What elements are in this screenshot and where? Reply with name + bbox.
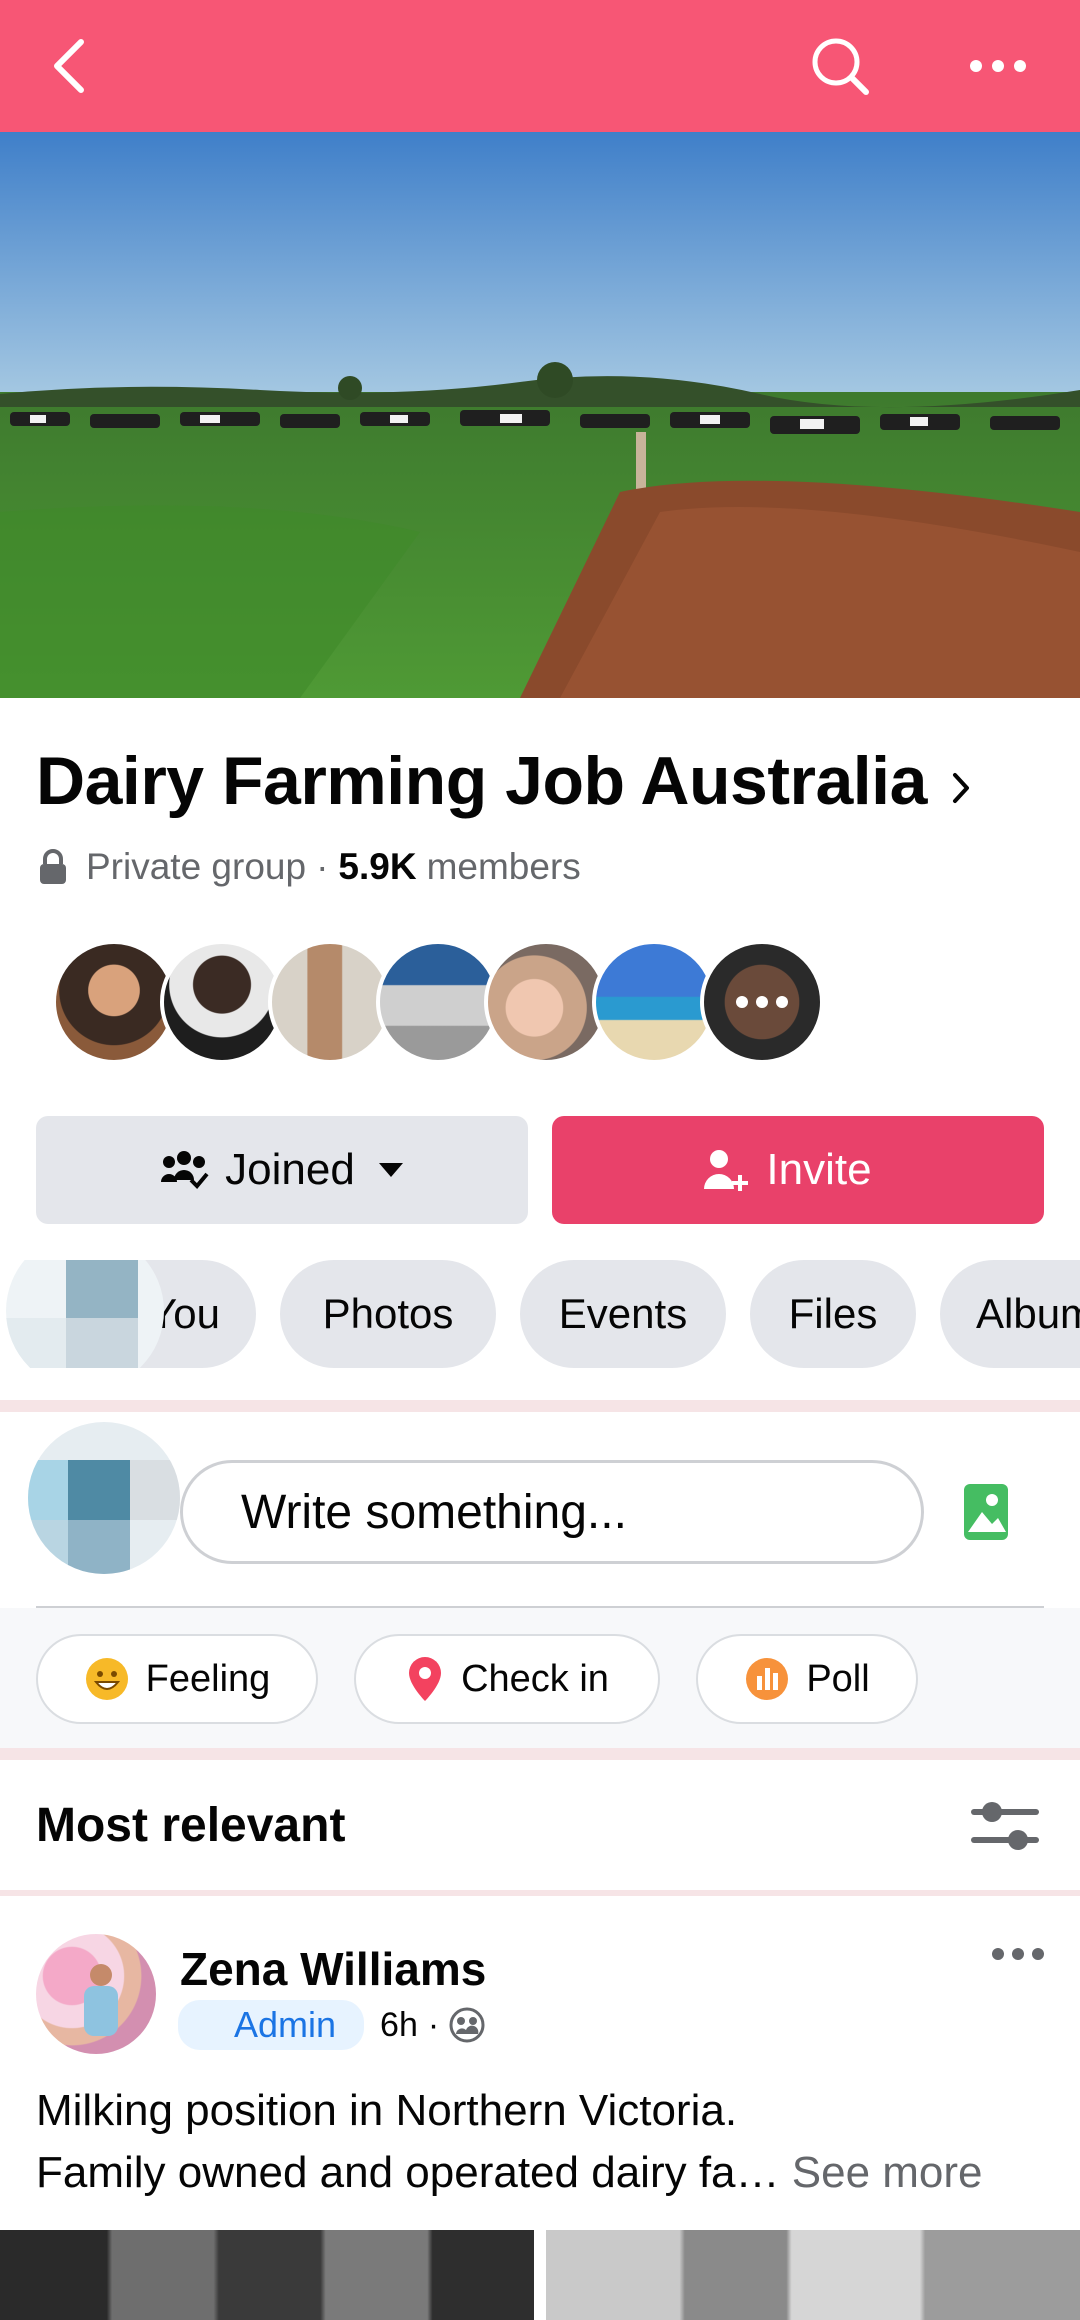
more-dots-icon [736,996,788,1008]
group-name: Dairy Farming Job Australia [36,743,927,819]
section-divider [0,1400,1080,1412]
member-avatar[interactable] [376,940,500,1064]
joined-group-icon [161,1151,209,1189]
post-meta-separator: · [427,2005,440,2044]
post-options-button[interactable] [990,1946,1046,1967]
post-author-name[interactable]: Zena Williams [180,1942,486,1996]
member-avatar[interactable] [268,940,392,1064]
group-cover-photo[interactable] [0,132,1080,698]
meta-separator: · [316,846,329,887]
back-button[interactable] [30,26,110,106]
post-photo[interactable] [0,2230,534,2320]
invite-label: Invite [766,1145,872,1194]
member-count[interactable]: 5.9K [338,846,416,888]
composer-placeholder: Write something... [241,1485,627,1539]
group-tabs: You Photos Events Files Albums [0,1260,1080,1368]
poll-icon [746,1658,789,1700]
members-label[interactable]: members [427,846,581,888]
chevron-right-icon [952,773,969,803]
cover-image [0,132,1080,698]
search-button[interactable] [800,26,880,106]
add-person-icon [704,1150,749,1191]
write-something-input[interactable]: Write something... [180,1460,924,1564]
location-pin-icon [409,1657,442,1701]
post-text-truncated: Family owned and operated dairy fa… [36,2148,780,2197]
tab-photos[interactable]: Photos [280,1260,496,1368]
member-avatar[interactable] [592,940,716,1064]
sliders-icon [971,1802,1039,1850]
back-arrow-icon [54,39,84,93]
see-more-link[interactable]: See more [792,2148,983,2197]
post-text-line: Milking position in Northern Victoria. [36,2086,738,2135]
post-author-avatar[interactable] [36,1934,156,2054]
check-in-label: Check in [461,1657,609,1700]
member-avatar[interactable] [52,940,176,1064]
tab-albums[interactable]: Albums [940,1260,1080,1368]
post-photo[interactable] [546,2230,1080,2320]
more-dots-icon [970,60,1026,72]
user-avatar-chip[interactable] [6,1260,164,1368]
tab-files[interactable]: Files [750,1260,916,1368]
post-time[interactable]: 6h [380,2006,418,2045]
section-divider [0,1890,1080,1896]
smiley-icon [85,1658,128,1700]
post-body: Milking position in Northern Victoria. F… [36,2080,1056,2204]
search-icon [812,38,869,95]
post-meta: Admin 6h · [178,2000,485,2050]
invite-button[interactable]: Invite [552,1116,1044,1224]
post-actions-bar: Feeling Check in Poll [0,1608,1080,1748]
more-options-button[interactable] [958,26,1038,106]
tab-events[interactable]: Events [520,1260,726,1368]
member-avatar[interactable] [160,940,284,1064]
post-photos [0,2230,1080,2320]
joined-label: Joined [225,1145,355,1194]
group-meta: Private group · 5.9K members [38,846,581,888]
user-avatar[interactable] [28,1422,180,1574]
group-icon [449,2007,485,2043]
group-title-row[interactable]: Dairy Farming Job Australia [36,742,971,820]
top-bar [0,0,1080,132]
photo-icon [964,1484,1008,1540]
feed-filter-button[interactable] [970,1796,1040,1861]
joined-button[interactable]: Joined [36,1116,528,1224]
poll-label: Poll [806,1657,870,1700]
feeling-button[interactable]: Feeling [36,1634,318,1724]
post-text-line: Family owned and operated dairy fa… See … [36,2142,1056,2204]
more-dots-icon [992,1948,1044,1960]
check-in-button[interactable]: Check in [354,1634,660,1724]
poll-button[interactable]: Poll [696,1634,918,1724]
section-divider [0,1748,1080,1760]
caret-down-icon [378,1163,403,1177]
member-avatar[interactable] [484,940,608,1064]
admin-badge: Admin [178,2000,365,2050]
group-privacy: Private group [86,846,307,887]
lock-icon [40,849,66,884]
more-members-button[interactable] [700,940,824,1064]
feeling-label: Feeling [145,1657,271,1700]
feed-sort-label[interactable]: Most relevant [36,1798,345,1853]
add-photo-button[interactable] [960,1480,1020,1549]
